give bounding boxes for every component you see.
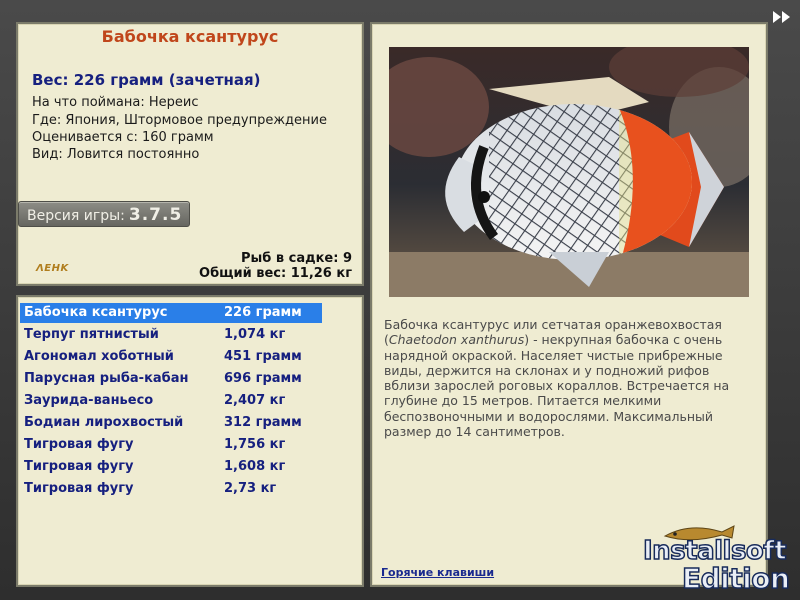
catch-list-item[interactable]: Тигровая фугу 1,756 кг: [20, 435, 322, 455]
fish-description: Бабочка ксантурус или сетчатая оранжевох…: [384, 317, 744, 439]
watermark-line2: Edition: [681, 561, 790, 596]
catch-item-weight: 1,074 кг: [224, 327, 286, 342]
catch-list-item[interactable]: Тигровая фугу 1,608 кг: [20, 457, 322, 477]
catch-list-item[interactable]: Заурида-ваньесо 2,407 кг: [20, 391, 322, 411]
catch-item-name: Тигровая фугу: [24, 437, 134, 452]
fish-title: Бабочка ксантурус: [101, 27, 279, 46]
catch-list-item[interactable]: Терпуг пятнистый 1,074 кг: [20, 325, 322, 345]
catch-item-name: Агономал хоботный: [24, 349, 174, 364]
version-number: 3.7.5: [128, 205, 183, 225]
game-version-badge: Версия игры: 3.7.5: [18, 201, 190, 227]
catch-item-name: Бабочка ксантурус: [24, 305, 168, 320]
small-logo: ΛΕΗΚ: [36, 263, 69, 274]
fast-forward-icon[interactable]: [772, 10, 792, 24]
catch-list-item[interactable]: Парусная рыба-кабан 696 грамм: [20, 369, 322, 389]
fish-photo: [389, 47, 749, 297]
catch-item-name: Тигровая фугу: [24, 459, 134, 474]
catch-item-weight: 2,73 кг: [224, 481, 277, 496]
catch-item-weight: 696 грамм: [224, 371, 302, 386]
catch-item-weight: 1,608 кг: [224, 459, 286, 474]
catch-item-weight: 1,756 кг: [224, 437, 286, 452]
catch-list-item[interactable]: Тигровая фугу 2,73 кг: [20, 479, 322, 499]
location-text: Где: Япония, Штормовое предупреждение: [32, 113, 327, 128]
catch-list-item[interactable]: Бодиан лирохвостый 312 грамм: [20, 413, 322, 433]
total-weight: Общий вес: 11,26 кг: [199, 266, 352, 281]
hotkeys-link[interactable]: Горячие клавиши: [381, 566, 494, 579]
catch-item-weight: 226 грамм: [224, 305, 302, 320]
catch-item-name: Тигровая фугу: [24, 481, 134, 496]
fish-weight: Вес: 226 грамм (зачетная): [32, 71, 261, 89]
catch-list-item[interactable]: Агономал хоботный 451 грамм: [20, 347, 322, 367]
catch-item-weight: 2,407 кг: [224, 393, 286, 408]
cage-count: Рыб в садке: 9: [240, 251, 352, 266]
catch-item-name: Терпуг пятнистый: [24, 327, 159, 342]
catch-item-weight: 312 грамм: [224, 415, 302, 430]
catch-item-name: Заурида-ваньесо: [24, 393, 154, 408]
catch-list-item[interactable]: Бабочка ксантурус 226 грамм: [20, 303, 322, 323]
valued-from-text: Оценивается с: 160 грамм: [32, 130, 214, 145]
installsoft-logo: Installsoft Edition: [640, 522, 795, 596]
catch-item-name: Бодиан лирохвостый: [24, 415, 184, 430]
catch-item-name: Парусная рыба-кабан: [24, 371, 189, 386]
catch-item-weight: 451 грамм: [224, 349, 302, 364]
latin-name: Chaetodon xanthurus: [388, 332, 525, 348]
version-label: Версия игры:: [27, 208, 125, 224]
caught-on-text: На что поймана: Нереис: [32, 95, 199, 110]
description-part2: ) - некрупная бабочка с очень нарядной о…: [384, 332, 730, 440]
fish-type-text: Вид: Ловится постоянно: [32, 147, 200, 162]
